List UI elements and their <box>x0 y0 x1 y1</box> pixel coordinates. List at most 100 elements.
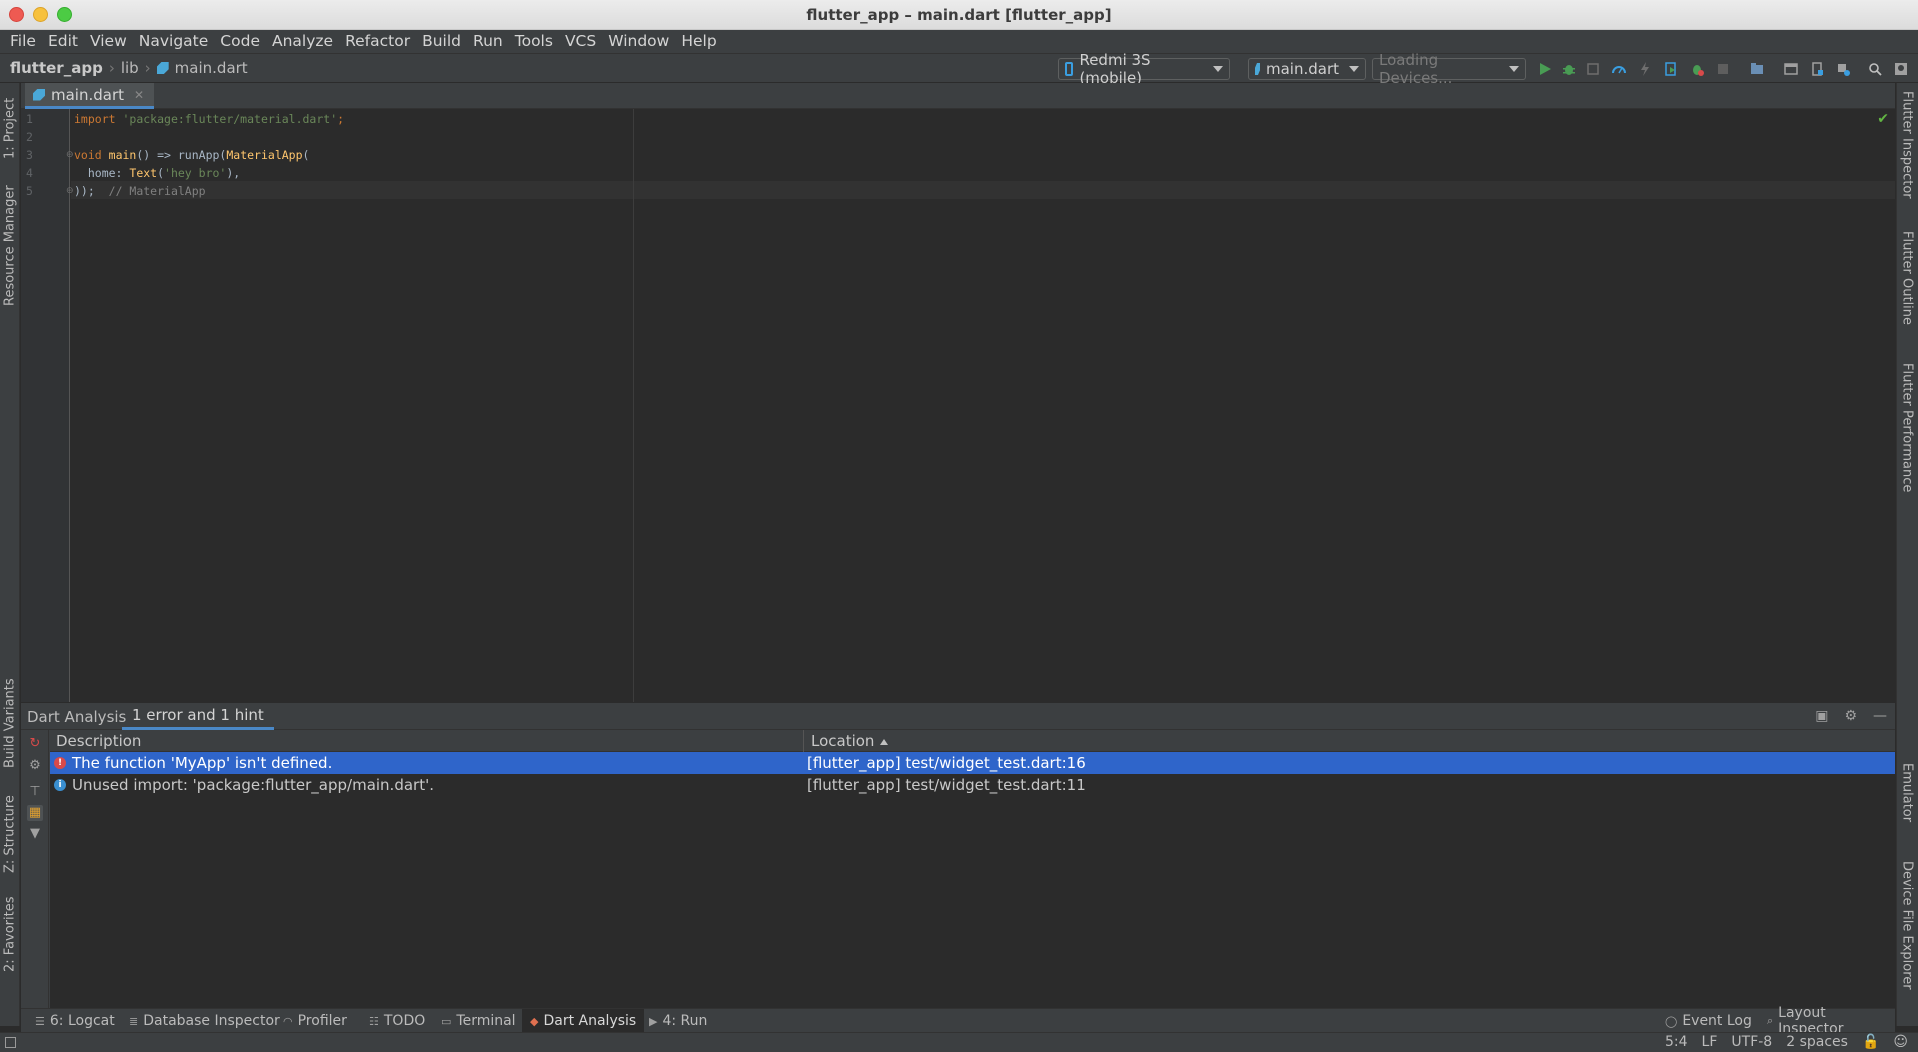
toggle-tool-windows-icon[interactable] <box>5 1037 16 1048</box>
caret-position[interactable]: 5:4 <box>1665 1034 1688 1050</box>
tool-button-todo[interactable]: ☷ TODO <box>361 1009 433 1033</box>
menu-code[interactable]: Code <box>214 30 266 53</box>
apply-changes-icon[interactable] <box>1664 62 1678 76</box>
menu-file[interactable]: File <box>4 30 42 53</box>
tool-tab-build-variants[interactable]: Build Variants <box>0 673 20 773</box>
menu-window[interactable]: Window <box>602 30 675 53</box>
sdk-manager-icon[interactable] <box>1836 62 1850 76</box>
line-separator[interactable]: LF <box>1702 1034 1718 1050</box>
tool-button-dart-analysis[interactable]: ◆ Dart Analysis <box>522 1009 645 1033</box>
tool-button-profiler[interactable]: ◠ Profiler <box>275 1009 355 1033</box>
editor-tab-label: main.dart <box>51 85 125 104</box>
code-function: main <box>108 148 137 162</box>
tool-button-label: Terminal <box>456 1013 516 1029</box>
code-keyword: void <box>74 148 102 162</box>
debug-icon[interactable] <box>1562 62 1576 76</box>
line-number: 1 <box>26 112 33 126</box>
tool-button-logcat[interactable]: ☰ 6: Logcat <box>27 1009 123 1033</box>
menu-tools[interactable]: Tools <box>509 30 559 53</box>
menu-navigate[interactable]: Navigate <box>133 30 215 53</box>
breadcrumb-file[interactable]: main.dart <box>175 59 248 77</box>
row-location: [flutter_app] test/widget_test.dart:11 <box>807 776 1086 794</box>
avd-manager-icon[interactable] <box>1784 62 1798 76</box>
menu-refactor[interactable]: Refactor <box>339 30 416 53</box>
pin-icon[interactable]: ⊤ <box>27 784 43 800</box>
menu-vcs[interactable]: VCS <box>559 30 602 53</box>
line-number-gutter: 1 2 3 4 5 ⊖ ⊖ <box>21 109 74 702</box>
hector-icon[interactable]: ☺ <box>1893 1034 1908 1050</box>
tool-tab-project[interactable]: 1: Project <box>0 87 20 169</box>
column-header-description[interactable]: Description <box>56 732 141 750</box>
tool-tab-structure[interactable]: Z: Structure <box>0 793 20 875</box>
tool-button-run[interactable]: ▶ 4: Run <box>641 1009 715 1033</box>
file-encoding[interactable]: UTF-8 <box>1731 1034 1772 1050</box>
minimize-icon[interactable]: — <box>1873 708 1887 724</box>
editor-tab-main-dart[interactable]: main.dart ✕ <box>25 83 155 109</box>
device-manager-icon[interactable] <box>1810 62 1824 76</box>
breadcrumb-project[interactable]: flutter_app <box>10 59 103 77</box>
refresh-icon[interactable]: ↻ <box>27 736 43 752</box>
profile-icon[interactable] <box>1612 62 1626 76</box>
line-number: 3 <box>26 148 33 162</box>
bottom-tool-bar: ☰ 6: Logcat ≣ Database Inspector ◠ Profiler… <box>21 1005 1895 1037</box>
group-by-icon[interactable]: ▦ <box>27 805 43 821</box>
tool-button-event-log[interactable]: ◯ Event Log <box>1657 1009 1760 1033</box>
devices-selector[interactable]: Loading Devices... <box>1372 51 1526 87</box>
menu-analyze[interactable]: Analyze <box>266 30 339 53</box>
hot-reload-icon[interactable] <box>1638 62 1652 76</box>
gear-icon[interactable]: ⚙ <box>1844 708 1857 724</box>
tool-tab-flutter-outline[interactable]: Flutter Outline <box>1898 231 1916 337</box>
column-divider[interactable] <box>803 730 804 752</box>
column-header-location[interactable]: Location <box>811 732 889 750</box>
menu-run[interactable]: Run <box>467 30 509 53</box>
tool-button-label: Dart Analysis <box>543 1013 637 1029</box>
tool-tab-label: Flutter Outline <box>1899 231 1915 326</box>
menu-build[interactable]: Build <box>416 30 467 53</box>
tool-button-label: 6: Logcat <box>49 1013 115 1029</box>
tool-tab-flutter-performance[interactable]: Flutter Performance <box>1898 363 1916 503</box>
todo-icon: ☷ <box>369 1014 379 1028</box>
tool-tab-device-file-explorer[interactable]: Device File Explorer <box>1898 861 1916 1001</box>
breadcrumb-folder[interactable]: lib <box>121 59 139 77</box>
attach-debugger-icon[interactable] <box>1690 62 1704 76</box>
line-number: 5 <box>26 184 33 198</box>
stop-icon[interactable] <box>1716 62 1730 76</box>
account-icon[interactable] <box>1894 62 1908 76</box>
device-selector[interactable]: Redmi 3S (mobile) <box>1058 51 1230 87</box>
code-text: home: <box>74 166 130 180</box>
tool-tab-emulator[interactable]: Emulator <box>1898 763 1916 845</box>
menu-view[interactable]: View <box>84 30 133 53</box>
run-with-coverage-icon[interactable] <box>1586 62 1600 76</box>
table-row[interactable]: ! The function 'MyApp' isn't defined. [f… <box>50 752 1895 774</box>
close-icon[interactable]: ✕ <box>134 88 144 102</box>
run-icon: ▶ <box>649 1014 658 1028</box>
indent-setting[interactable]: 2 spaces <box>1786 1034 1848 1050</box>
filter-icon[interactable]: ▼ <box>27 826 43 842</box>
tool-button-label: 4: Run <box>662 1013 708 1029</box>
menu-help[interactable]: Help <box>675 30 722 53</box>
menu-edit[interactable]: Edit <box>42 30 84 53</box>
sync-project-icon[interactable] <box>1750 62 1764 76</box>
run-config-selector[interactable]: main.dart <box>1248 58 1366 80</box>
gear-icon[interactable]: ⚙ <box>27 758 43 774</box>
comment-icon[interactable]: ▣ <box>1815 708 1828 724</box>
database-icon: ≣ <box>129 1014 139 1028</box>
analysis-summary-tab[interactable]: 1 error and 1 hint <box>122 703 274 730</box>
run-icon[interactable] <box>1538 62 1552 76</box>
tool-tab-resource-manager[interactable]: Resource Manager <box>0 181 20 311</box>
tool-tab-favorites[interactable]: 2: Favorites <box>0 893 20 975</box>
fold-icon[interactable]: ⊖ <box>66 150 74 160</box>
dart-file-icon <box>33 88 45 101</box>
table-row[interactable]: i Unused import: 'package:flutter_app/ma… <box>50 774 1895 796</box>
lock-icon[interactable]: 🔓 <box>1862 1034 1879 1050</box>
tool-tab-flutter-inspector[interactable]: Flutter Inspector <box>1898 91 1916 211</box>
fold-icon[interactable]: ⊖ <box>66 186 74 196</box>
tool-tab-label: Flutter Inspector <box>1899 91 1915 199</box>
row-location: [flutter_app] test/widget_test.dart:16 <box>807 754 1086 772</box>
code-editor[interactable]: 1 2 3 4 5 ⊖ ⊖ import 'package:flutter/ma… <box>21 109 1895 702</box>
search-icon[interactable] <box>1868 62 1882 76</box>
caret-line-highlight <box>71 181 1895 199</box>
tool-button-database-inspector[interactable]: ≣ Database Inspector <box>121 1009 288 1033</box>
tool-button-terminal[interactable]: ▭ Terminal <box>433 1009 524 1033</box>
tool-button-layout-inspector[interactable]: ⌕ Layout Inspector <box>1759 1005 1895 1037</box>
